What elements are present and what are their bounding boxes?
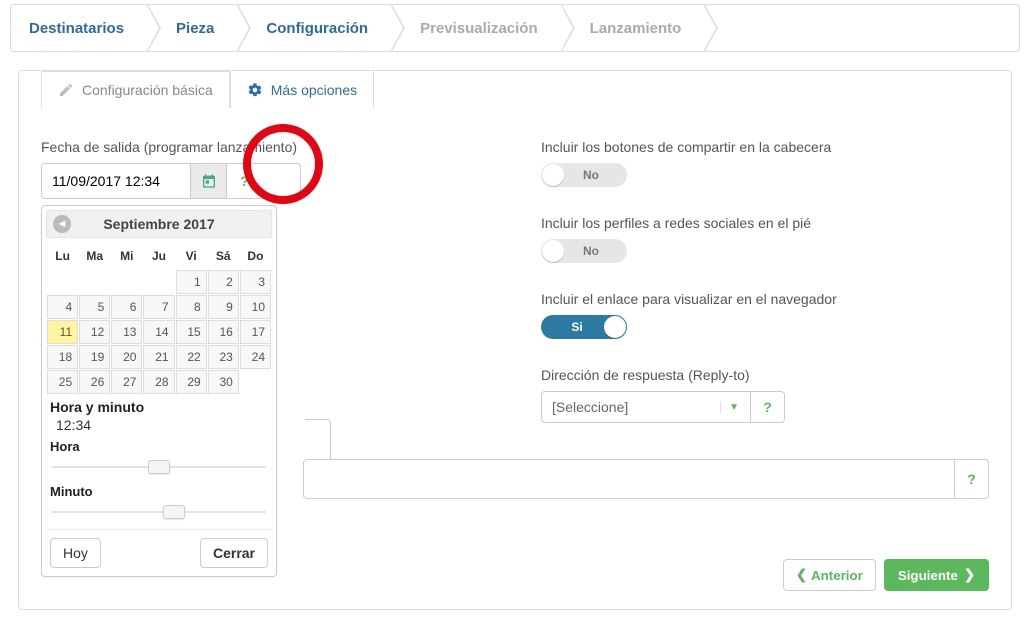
- fecha-input[interactable]: [42, 164, 190, 198]
- gear-icon: [247, 82, 263, 98]
- weekday-header: Ma: [79, 243, 110, 269]
- hour-label: Hora: [46, 439, 272, 456]
- day-cell[interactable]: 27: [111, 370, 142, 394]
- day-cell[interactable]: 20: [111, 345, 142, 369]
- fecha-help-button[interactable]: ?: [226, 164, 262, 198]
- weekday-header: Ju: [143, 243, 174, 269]
- chevron-right-icon: ❯: [964, 567, 975, 583]
- weekday-header: Mi: [111, 243, 142, 269]
- day-empty: [143, 270, 174, 294]
- calendar-icon: [201, 173, 217, 189]
- day-cell[interactable]: 9: [208, 295, 239, 319]
- select-value: [Seleccione]: [552, 399, 628, 415]
- social-profiles-toggle[interactable]: No: [541, 239, 627, 263]
- config-tabs: Configuración básica Más opciones: [41, 70, 989, 109]
- share-buttons-toggle[interactable]: No: [541, 163, 627, 187]
- tab-label: Más opciones: [271, 82, 357, 98]
- day-empty: [111, 270, 142, 294]
- day-cell[interactable]: 2: [208, 270, 239, 294]
- social-profiles-label: Incluir los perfiles a redes sociales en…: [541, 215, 989, 231]
- minute-slider-handle[interactable]: [163, 505, 185, 519]
- fecha-input-group: ?: [41, 163, 301, 199]
- minute-slider[interactable]: [52, 503, 266, 521]
- reply-to-label: Dirección de respuesta (Reply-to): [541, 367, 989, 383]
- day-empty: [47, 270, 78, 294]
- datepicker-prev-month[interactable]: ◄: [53, 215, 71, 233]
- minute-label: Minuto: [46, 484, 272, 501]
- day-cell[interactable]: 25: [47, 370, 78, 394]
- tab-configuracion-basica[interactable]: Configuración básica: [41, 71, 230, 108]
- reply-to-help-button[interactable]: ?: [751, 391, 785, 423]
- fecha-label: Fecha de salida (programar lanzamiento): [41, 139, 511, 155]
- day-cell[interactable]: 12: [79, 320, 110, 344]
- hour-slider-handle[interactable]: [148, 460, 170, 474]
- wizard-step-lanzamiento[interactable]: Lanzamiento: [560, 5, 704, 51]
- wizard-step-configuracion[interactable]: Configuración: [236, 5, 390, 51]
- day-cell[interactable]: 18: [47, 345, 78, 369]
- day-cell[interactable]: 14: [143, 320, 174, 344]
- browser-link-toggle[interactable]: Si: [541, 315, 627, 339]
- day-empty: [240, 370, 271, 394]
- day-cell[interactable]: 8: [176, 295, 207, 319]
- datepicker-month-label: Septiembre 2017: [103, 216, 214, 232]
- day-cell[interactable]: 7: [143, 295, 174, 319]
- day-cell[interactable]: 28: [143, 370, 174, 394]
- hour-slider[interactable]: [52, 458, 266, 476]
- day-cell[interactable]: 22: [176, 345, 207, 369]
- prev-button[interactable]: ❮ Anterior: [783, 559, 876, 591]
- day-cell[interactable]: 23: [208, 345, 239, 369]
- datepicker-close-button[interactable]: Cerrar: [200, 538, 268, 568]
- chevron-left-icon: ❮: [796, 567, 807, 583]
- toggle-knob: [542, 240, 564, 262]
- calendar-button[interactable]: [190, 164, 226, 198]
- config-panel: Configuración básica Más opciones Fecha …: [18, 70, 1012, 610]
- next-button[interactable]: Siguiente ❯: [884, 559, 989, 591]
- day-cell[interactable]: 15: [176, 320, 207, 344]
- day-cell[interactable]: 5: [79, 295, 110, 319]
- weekday-header: Vi: [176, 243, 207, 269]
- weekday-header: Lu: [47, 243, 78, 269]
- datepicker-today-button[interactable]: Hoy: [50, 538, 101, 568]
- toggle-knob: [604, 316, 626, 338]
- datepicker-header: ◄ Septiembre 2017 ►: [46, 210, 272, 238]
- day-cell[interactable]: 4: [47, 295, 78, 319]
- notes-row: ?: [303, 459, 989, 499]
- chevron-down-icon: ▼: [720, 401, 740, 414]
- button-label: Siguiente: [898, 568, 958, 583]
- day-cell[interactable]: 1: [176, 270, 207, 294]
- browser-link-label: Incluir el enlace para visualizar en el …: [541, 291, 989, 307]
- day-cell[interactable]: 19: [79, 345, 110, 369]
- day-cell[interactable]: 29: [176, 370, 207, 394]
- day-cell[interactable]: 16: [208, 320, 239, 344]
- reply-to-select[interactable]: [Seleccione] ▼: [541, 391, 751, 423]
- time-value: 12:34: [46, 417, 272, 439]
- weekday-header: Do: [240, 243, 271, 269]
- datepicker: ◄ Septiembre 2017 ► LuMaMiJuViSáDo 12345…: [41, 205, 277, 577]
- day-empty: [79, 270, 110, 294]
- tab-label: Configuración básica: [82, 82, 213, 98]
- time-section-label: Hora y minuto: [46, 395, 272, 417]
- tab-mas-opciones[interactable]: Más opciones: [230, 70, 374, 108]
- day-cell[interactable]: 3: [240, 270, 271, 294]
- day-cell[interactable]: 30: [208, 370, 239, 394]
- day-cell[interactable]: 11: [47, 320, 78, 344]
- wizard-step-previsualizacion[interactable]: Previsualización: [390, 5, 560, 51]
- day-cell[interactable]: 24: [240, 345, 271, 369]
- day-cell[interactable]: 10: [240, 295, 271, 319]
- day-cell[interactable]: 17: [240, 320, 271, 344]
- weekday-header: Sá: [208, 243, 239, 269]
- pencil-icon: [58, 82, 74, 98]
- datepicker-grid: LuMaMiJuViSáDo 1234567891011121314151617…: [46, 242, 272, 395]
- day-cell[interactable]: 26: [79, 370, 110, 394]
- day-cell[interactable]: 13: [111, 320, 142, 344]
- wizard-steps: Destinatarios Pieza Configuración Previs…: [10, 4, 1020, 52]
- notes-help-button[interactable]: ?: [955, 459, 989, 499]
- share-buttons-label: Incluir los botones de compartir en la c…: [541, 139, 989, 155]
- button-label: Anterior: [811, 568, 863, 583]
- notes-textarea[interactable]: [303, 459, 955, 499]
- day-cell[interactable]: 6: [111, 295, 142, 319]
- toggle-knob: [542, 164, 564, 186]
- day-cell[interactable]: 21: [143, 345, 174, 369]
- wizard-step-destinatarios[interactable]: Destinatarios: [11, 5, 146, 51]
